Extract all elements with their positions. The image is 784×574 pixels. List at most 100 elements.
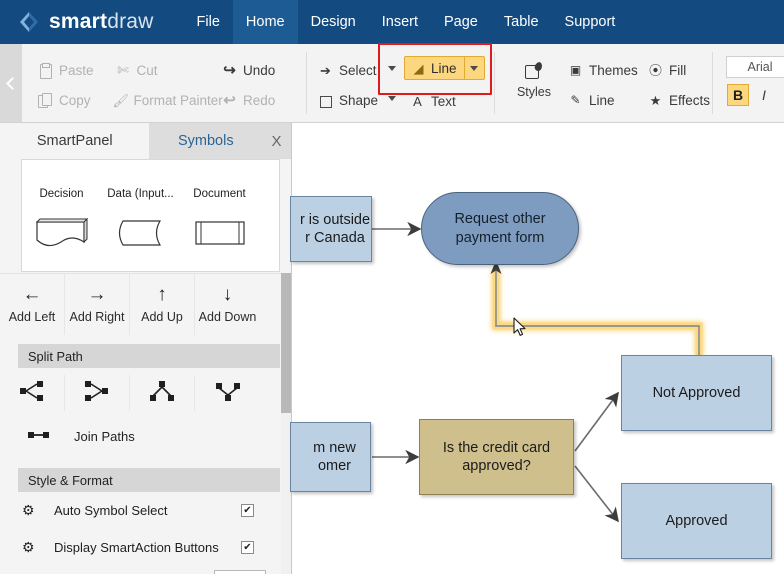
text-A-icon: A — [413, 93, 422, 109]
text-tool-button[interactable]: A Text — [410, 88, 456, 114]
add-right-button[interactable]: → Add Right — [65, 274, 130, 335]
node-request-other-payment-form[interactable]: Request other payment form — [421, 192, 579, 265]
node-is-credit-card-approved[interactable]: Is the credit card approved? — [419, 419, 574, 495]
symbol-label-document: Document — [193, 188, 246, 200]
split-right-button[interactable] — [0, 375, 65, 411]
menu-item-home[interactable]: Home — [232, 0, 298, 44]
add-right-label: Add Right — [69, 310, 125, 324]
panel-scrollbar-thumb[interactable] — [281, 273, 291, 413]
shape-tool-button[interactable]: Shape — [318, 87, 378, 113]
add-up-button[interactable]: ↑ Add Up — [130, 274, 195, 335]
split-left-icon — [84, 380, 110, 407]
display-smartaction-buttons-checkbox[interactable]: ✔ — [241, 541, 254, 554]
format-painter-icon: 🖌 — [112, 92, 130, 108]
styles-button[interactable]: Styles — [508, 62, 560, 99]
option-display-smartaction-buttons[interactable]: ⚙ Display SmartAction Buttons ✔ — [0, 529, 291, 566]
node-not-approved[interactable]: Not Approved — [621, 355, 772, 431]
effects-button[interactable]: ★ Effects — [648, 87, 710, 113]
split-up-button[interactable] — [195, 375, 260, 411]
diagram-canvas[interactable]: r is outside r Canada Request other paym… — [290, 123, 784, 574]
format-painter-button[interactable]: 🖌 Format Painter — [113, 87, 223, 113]
scissors-icon: ✄ — [117, 61, 129, 78]
themes-button[interactable]: ▣ Themes — [568, 57, 638, 83]
split-down-button[interactable] — [130, 375, 195, 411]
menu-item-page[interactable]: Page — [431, 0, 491, 44]
tab-smartpanel[interactable]: SmartPanel — [0, 123, 150, 159]
symbol-label-data: Data (Input... — [107, 188, 174, 200]
redo-button[interactable]: ↩ Redo — [222, 87, 275, 113]
connector-notapproved-to-request-selected[interactable] — [490, 260, 703, 355]
select-tool-button[interactable]: ➔ Select — [318, 57, 376, 83]
option-vertical-spacing[interactable]: ▤ Vertical Spacing 0.5 — [0, 566, 291, 574]
menu-item-support[interactable]: Support — [552, 0, 629, 44]
menu-item-file[interactable]: File — [184, 0, 233, 44]
undo-button[interactable]: ↪ Undo — [222, 57, 275, 83]
style-format-heading: Style & Format — [18, 468, 280, 492]
symbol-item-decision[interactable]: Decision — [22, 162, 101, 258]
add-down-button[interactable]: ↓ Add Down — [195, 274, 260, 335]
node-approved[interactable]: Approved — [621, 483, 772, 559]
select-tool-dropdown-caret[interactable] — [388, 66, 396, 71]
add-up-label: Add Up — [141, 310, 183, 324]
symbol-item-data[interactable]: Data (Input... — [101, 162, 180, 258]
split-left-button[interactable] — [65, 375, 130, 411]
square-icon — [318, 93, 333, 108]
shape-label: Shape — [339, 92, 379, 108]
option-auto-symbol-select[interactable]: ⚙ Auto Symbol Select ✔ — [0, 492, 291, 529]
redo-icon: ↩ — [223, 91, 236, 109]
app-logo[interactable]: smartdraw — [18, 10, 154, 34]
add-left-label: Add Left — [8, 310, 56, 324]
node-customer-outside[interactable]: r is outside r Canada — [290, 196, 372, 262]
split-up-icon — [215, 380, 241, 407]
shape-tool-dropdown-caret[interactable] — [388, 96, 396, 101]
menu-item-table[interactable]: Table — [491, 0, 552, 44]
node-label: r is outside r Canada — [299, 211, 371, 246]
italic-button[interactable]: I — [754, 84, 774, 106]
decision-shape-icon — [22, 208, 101, 258]
undo-label: Undo — [243, 62, 276, 78]
join-paths-icon — [28, 427, 50, 445]
data-shape-icon — [101, 208, 180, 258]
symbol-item-document[interactable]: Document — [180, 162, 259, 258]
add-left-button[interactable]: ← Add Left — [0, 274, 65, 335]
menu-item-list: File Home Design Insert Page Table Suppo… — [184, 0, 629, 44]
menu-item-design[interactable]: Design — [298, 0, 369, 44]
paste-icon — [38, 62, 53, 79]
symbol-label-decision: Decision — [39, 188, 84, 200]
fill-button[interactable]: ⦿ Fill — [648, 57, 686, 83]
connector-creditcard-to-approved[interactable] — [574, 465, 619, 523]
line-tool-button[interactable]: ◢ Line — [404, 56, 485, 80]
close-panel-button[interactable]: X — [262, 123, 291, 159]
font-family-input[interactable]: Arial — [726, 56, 784, 78]
bold-button[interactable]: B — [727, 84, 749, 106]
vertical-spacing-input[interactable]: 0.5 — [214, 569, 266, 574]
styles-icon — [523, 62, 545, 82]
add-shape-row: ← Add Left → Add Right ↑ Add Up ↓ Add Do… — [0, 273, 291, 335]
arrow-left-icon: ← — [22, 284, 42, 305]
redo-label: Redo — [243, 92, 276, 108]
line-style-button[interactable]: ✎ Line — [568, 87, 615, 113]
tab-symbols[interactable]: Symbols — [149, 123, 263, 159]
auto-symbol-select-label: Auto Symbol Select — [54, 503, 168, 518]
text-label: Text — [431, 93, 456, 109]
node-label: Not Approved — [652, 384, 741, 401]
node-from-new-customer[interactable]: m new omer — [290, 422, 371, 492]
split-path-heading: Split Path — [18, 344, 280, 368]
brand-bold: smart — [49, 10, 108, 33]
join-paths-button[interactable]: Join Paths — [0, 418, 291, 454]
smartpanel-body: ← Add Left → Add Right ↑ Add Up ↓ Add Do… — [0, 273, 291, 574]
font-family-value: Arial — [747, 60, 773, 74]
line-tool-dropdown-caret[interactable] — [465, 57, 484, 79]
paste-button[interactable]: Paste — [38, 57, 94, 83]
themes-label: Themes — [589, 62, 638, 78]
line-label: Line — [431, 60, 457, 76]
ribbon-collapse-button[interactable] — [0, 44, 22, 122]
line-style-label: Line — [589, 92, 615, 108]
arrow-down-icon: ↓ — [222, 284, 233, 305]
display-smartaction-buttons-label: Display SmartAction Buttons — [54, 540, 219, 555]
copy-button[interactable]: Copy — [38, 87, 91, 113]
connector-creditcard-to-notapproved[interactable] — [574, 391, 619, 452]
menu-item-insert[interactable]: Insert — [369, 0, 431, 44]
auto-symbol-select-checkbox[interactable]: ✔ — [241, 504, 254, 517]
cut-button[interactable]: ✄ Cut — [116, 57, 157, 83]
